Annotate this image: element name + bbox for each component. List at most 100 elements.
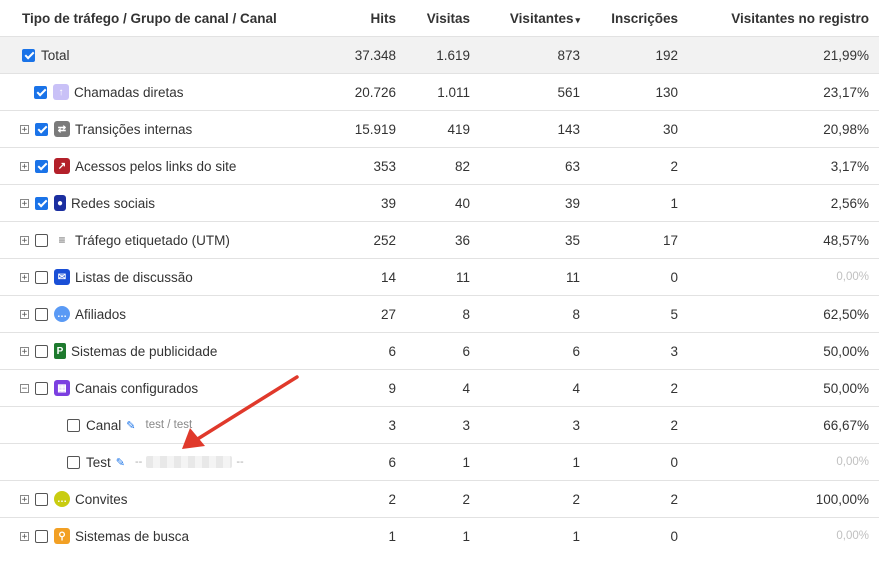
row-label[interactable]: Listas de discussão [75,270,193,285]
cell-signups: 130 [590,73,688,111]
magnifier-icon: ⚲ [54,528,70,545]
row-label[interactable]: Chamadas diretas [74,85,184,100]
row-label[interactable]: Afiliados [75,307,126,322]
checkbox-row[interactable] [35,529,48,543]
cell-visitors: 8 [480,295,590,333]
cell-visits: 11 [406,258,480,296]
row-label[interactable]: Test [86,455,111,470]
cell-visitors: 4 [480,369,590,407]
checkbox-row[interactable] [34,85,47,99]
expand-icon[interactable]: + [20,198,29,208]
checkbox-row[interactable] [35,122,48,136]
table-header-row: Tipo de tráfego / Grupo de canal / Canal… [0,0,879,37]
redacted-source [146,456,233,469]
expand-icon[interactable]: + [20,235,29,245]
cell-reg: 50,00% [688,369,879,407]
table-row: + ≡ Tráfego etiquetado (UTM) 252 36 35 1… [0,221,879,259]
cell-visitors: 873 [480,36,590,74]
header-visits[interactable]: Visitas [406,0,480,37]
expand-icon[interactable]: + [20,531,29,541]
table-row: + … Afiliados 27 8 8 5 62,50% [0,295,879,333]
row-label[interactable]: Convites [75,492,128,507]
table-row: + ✉ Listas de discussão 14 11 11 0 0,00% [0,258,879,296]
cell-visits: 36 [406,221,480,259]
cell-signups: 3 [590,332,688,370]
row-label[interactable]: Canais configurados [75,381,198,396]
row-label[interactable]: Sistemas de publicidade [71,344,217,359]
checkbox-row[interactable] [35,344,48,358]
cell-visitors: 3 [480,406,590,444]
pencil-edit-icon[interactable]: ✎ [116,456,125,469]
checkbox-row[interactable] [35,159,48,173]
table-row-total: Total 37.348 1.619 873 192 21,99% [0,36,879,74]
header-hits[interactable]: Hits [288,0,406,37]
checkbox-row[interactable] [35,270,48,284]
header-channel[interactable]: Tipo de tráfego / Grupo de canal / Canal [0,0,288,37]
expand-icon[interactable]: + [20,124,29,134]
row-label[interactable]: Acessos pelos links do site [75,159,236,174]
cell-visitors: 143 [480,110,590,148]
checkbox-row[interactable] [67,455,80,469]
header-signups[interactable]: Inscrições [590,0,688,37]
checkbox-total[interactable] [22,48,35,62]
collapse-icon[interactable]: − [20,383,29,393]
cell-visits: 40 [406,184,480,222]
cell-visits: 1.011 [406,73,480,111]
pencil-edit-icon[interactable]: ✎ [126,419,135,432]
cell-signups: 0 [590,517,688,554]
cell-signups: 1 [590,184,688,222]
sort-desc-icon: ▾ [575,14,580,25]
cell-visitors: 63 [480,147,590,185]
cell-visitors: 2 [480,480,590,518]
table-row: − ▦ Canais configurados 9 4 4 2 50,00% [0,369,879,407]
table-row: + ↗ Acessos pelos links do site 353 82 6… [0,147,879,185]
chat-bubble-icon: … [54,491,70,508]
cell-visits: 1 [406,517,480,554]
cell-visitors: 11 [480,258,590,296]
expand-icon[interactable]: + [20,346,29,356]
envelope-icon: ✉ [54,269,70,286]
cell-hits: 3 [288,406,406,444]
cell-hits: 6 [288,443,406,481]
row-label[interactable]: Tráfego etiquetado (UTM) [75,233,230,248]
cell-reg: 20,98% [688,110,879,148]
row-label[interactable]: Sistemas de busca [75,529,189,544]
table-row: ↑ Chamadas diretas 20.726 1.011 561 130 … [0,73,879,111]
grid-icon: ▦ [54,380,70,397]
cell-signups: 17 [590,221,688,259]
cell-hits: 1 [288,517,406,554]
table-row: + ● Redes sociais 39 40 39 1 2,56% [0,184,879,222]
cell-visits: 6 [406,332,480,370]
cell-hits: 39 [288,184,406,222]
expand-icon[interactable]: + [20,272,29,282]
row-label[interactable]: Canal [86,418,121,433]
cell-visits: 82 [406,147,480,185]
cell-visitors: 561 [480,73,590,111]
checkbox-row[interactable] [35,492,48,506]
expand-icon[interactable]: + [20,494,29,504]
table-row-sub: Canal ✎ test / test 3 3 3 2 66,67% [0,406,879,444]
checkbox-row[interactable] [35,233,48,247]
cell-visitors: 1 [480,443,590,481]
cell-hits: 27 [288,295,406,333]
cell-visits: 1.619 [406,36,480,74]
expand-icon[interactable]: + [20,161,29,171]
cell-reg: 100,00% [688,480,879,518]
header-visitors[interactable]: Visitantes ▾ [480,0,590,37]
cell-reg: 66,67% [688,406,879,444]
swap-arrows-icon: ⇄ [54,121,70,138]
cell-hits: 2 [288,480,406,518]
header-reg-visitors[interactable]: Visitantes no registro [688,0,879,37]
checkbox-row[interactable] [35,381,48,395]
cell-signups: 0 [590,443,688,481]
row-label[interactable]: Redes sociais [71,196,155,211]
checkbox-row[interactable] [35,196,48,210]
checkbox-row[interactable] [35,307,48,321]
cell-signups: 2 [590,406,688,444]
expand-icon[interactable]: + [20,309,29,319]
row-label[interactable]: Transições internas [75,122,192,137]
table-row: + P Sistemas de publicidade 6 6 6 3 50,0… [0,332,879,370]
cell-visits: 4 [406,369,480,407]
cell-signups: 192 [590,36,688,74]
checkbox-row[interactable] [67,418,80,432]
